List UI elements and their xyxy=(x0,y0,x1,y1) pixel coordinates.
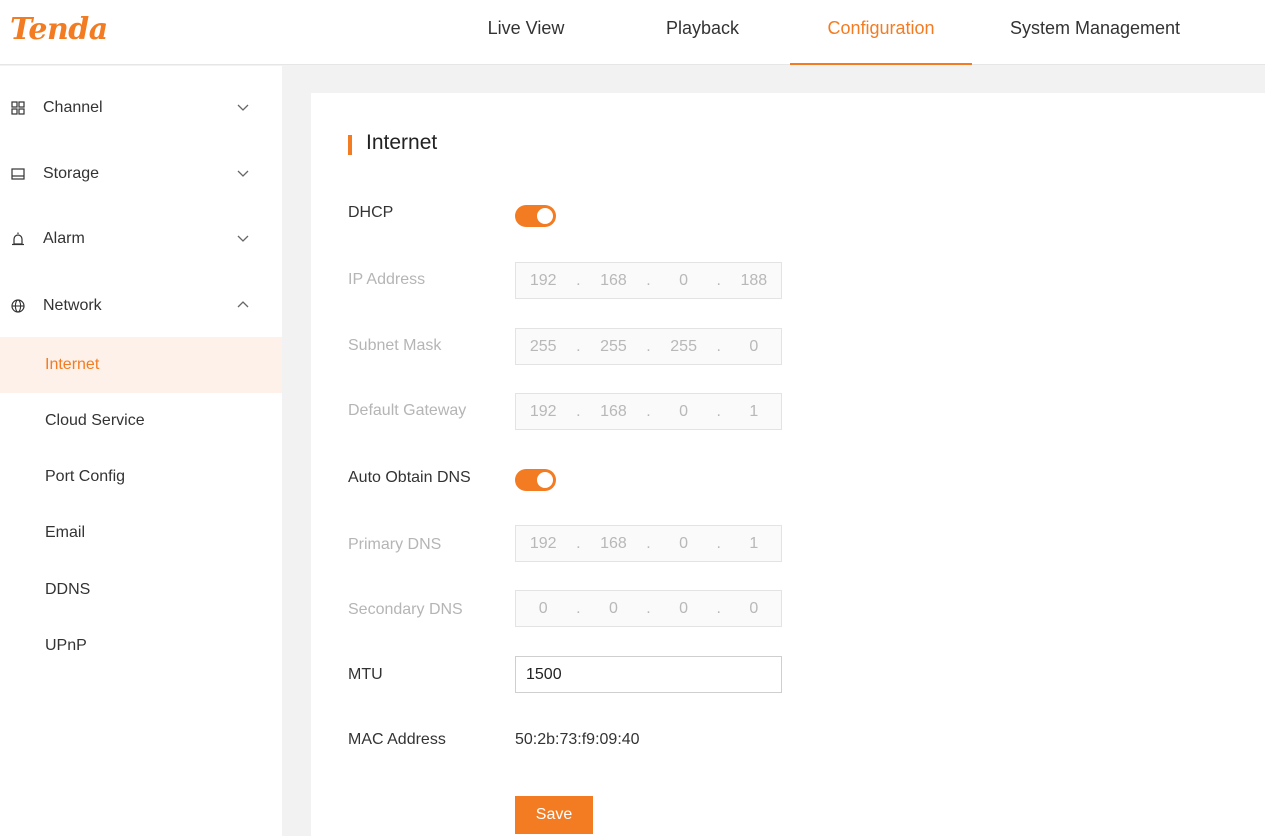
default-gateway-field[interactable]: 192. 168. 0. 1 xyxy=(515,393,782,430)
ip-octet: 192 xyxy=(529,271,557,289)
subnet-mask-field[interactable]: 255. 255. 255. 0 xyxy=(515,328,782,365)
sidebar-group-network[interactable]: Network xyxy=(0,286,282,326)
ip-octet: 168 xyxy=(600,402,627,420)
sidebar-group-label: Storage xyxy=(43,165,100,182)
ip-octet: 1 xyxy=(749,534,759,552)
ip-octet: 0 xyxy=(538,599,548,617)
secondary-dns-field[interactable]: 0. 0. 0. 0 xyxy=(515,590,782,627)
chevron-down-icon xyxy=(237,170,249,177)
tenda-logo: Tenda xyxy=(10,12,108,47)
sidebar: Channel Storage Alarm Network Internet C… xyxy=(0,66,282,836)
octet-separator: . xyxy=(716,337,721,355)
sidebar-group-alarm[interactable]: Alarm xyxy=(0,219,282,259)
sidebar-group-channel[interactable]: Channel xyxy=(0,88,282,128)
ip-octet: 0 xyxy=(749,599,759,617)
chevron-down-icon xyxy=(237,104,249,111)
octet-separator: . xyxy=(576,337,581,355)
octet-separator: . xyxy=(646,337,651,355)
sidebar-group-label: Alarm xyxy=(43,230,85,247)
chevron-up-icon xyxy=(237,301,249,308)
nav-system-management[interactable]: System Management xyxy=(995,0,1195,65)
ip-address-label: IP Address xyxy=(348,271,426,288)
ip-address-field[interactable]: 192. 168. 0. 188 xyxy=(515,262,782,299)
sidebar-item-email[interactable]: Email xyxy=(0,505,282,561)
octet-separator: . xyxy=(576,534,581,552)
ip-octet: 255 xyxy=(670,337,697,355)
grid-icon xyxy=(9,101,27,115)
alarm-icon xyxy=(9,232,27,246)
octet-separator: . xyxy=(576,402,581,420)
save-button[interactable]: Save xyxy=(515,796,593,834)
sidebar-item-cloud-service[interactable]: Cloud Service xyxy=(0,393,282,449)
ip-octet: 168 xyxy=(600,271,627,289)
auto-dns-toggle[interactable] xyxy=(515,469,556,491)
default-gateway-label: Default Gateway xyxy=(348,402,467,419)
sidebar-group-storage[interactable]: Storage xyxy=(0,154,282,194)
octet-separator: . xyxy=(646,599,651,617)
ip-octet: 188 xyxy=(740,271,768,289)
auto-dns-label: Auto Obtain DNS xyxy=(348,469,471,486)
sidebar-item-port-config[interactable]: Port Config xyxy=(0,449,282,505)
ip-octet: 192 xyxy=(529,534,557,552)
ip-octet: 0 xyxy=(679,271,689,289)
ip-octet: 255 xyxy=(529,337,557,355)
mac-address-value: 50:2b:73:f9:09:40 xyxy=(515,731,640,748)
nav-live-view[interactable]: Live View xyxy=(481,0,571,65)
primary-dns-field[interactable]: 192. 168. 0. 1 xyxy=(515,525,782,562)
ip-octet: 255 xyxy=(600,337,627,355)
ip-octet: 0 xyxy=(749,337,759,355)
top-bar: Tenda Live View Playback Configuration S… xyxy=(0,0,1265,65)
nav-playback[interactable]: Playback xyxy=(655,0,750,65)
page-title: Internet xyxy=(366,131,438,154)
sidebar-item-upnp[interactable]: UPnP xyxy=(0,618,282,674)
octet-separator: . xyxy=(716,534,721,552)
ip-octet: 168 xyxy=(600,534,627,552)
globe-icon xyxy=(9,299,27,313)
secondary-dns-label: Secondary DNS xyxy=(348,601,463,618)
mtu-input[interactable] xyxy=(515,656,782,693)
dhcp-toggle[interactable] xyxy=(515,205,556,227)
ip-octet: 0 xyxy=(608,599,618,617)
mac-address-label: MAC Address xyxy=(348,731,446,748)
section-accent-bar xyxy=(348,135,352,155)
chevron-down-icon xyxy=(237,235,249,242)
octet-separator: . xyxy=(646,402,651,420)
mtu-label: MTU xyxy=(348,666,383,683)
nav-configuration[interactable]: Configuration xyxy=(790,0,972,65)
internet-settings-panel: Internet DHCP IP Address 192. 168. 0. 18… xyxy=(311,93,1265,836)
sidebar-group-label: Channel xyxy=(43,99,103,116)
storage-icon xyxy=(9,167,27,181)
octet-separator: . xyxy=(716,402,721,420)
octet-separator: . xyxy=(646,534,651,552)
sidebar-item-internet[interactable]: Internet xyxy=(0,337,282,393)
subnet-mask-label: Subnet Mask xyxy=(348,337,442,354)
ip-octet: 192 xyxy=(529,402,557,420)
ip-octet: 0 xyxy=(679,402,689,420)
ip-octet: 0 xyxy=(679,534,689,552)
octet-separator: . xyxy=(646,271,651,289)
ip-octet: 1 xyxy=(749,402,759,420)
ip-octet: 0 xyxy=(679,599,689,617)
octet-separator: . xyxy=(716,271,721,289)
dhcp-label: DHCP xyxy=(348,204,394,221)
octet-separator: . xyxy=(576,599,581,617)
sidebar-group-label: Network xyxy=(43,297,102,314)
primary-dns-label: Primary DNS xyxy=(348,536,442,553)
octet-separator: . xyxy=(576,271,581,289)
octet-separator: . xyxy=(716,599,721,617)
sidebar-item-ddns[interactable]: DDNS xyxy=(0,562,282,618)
